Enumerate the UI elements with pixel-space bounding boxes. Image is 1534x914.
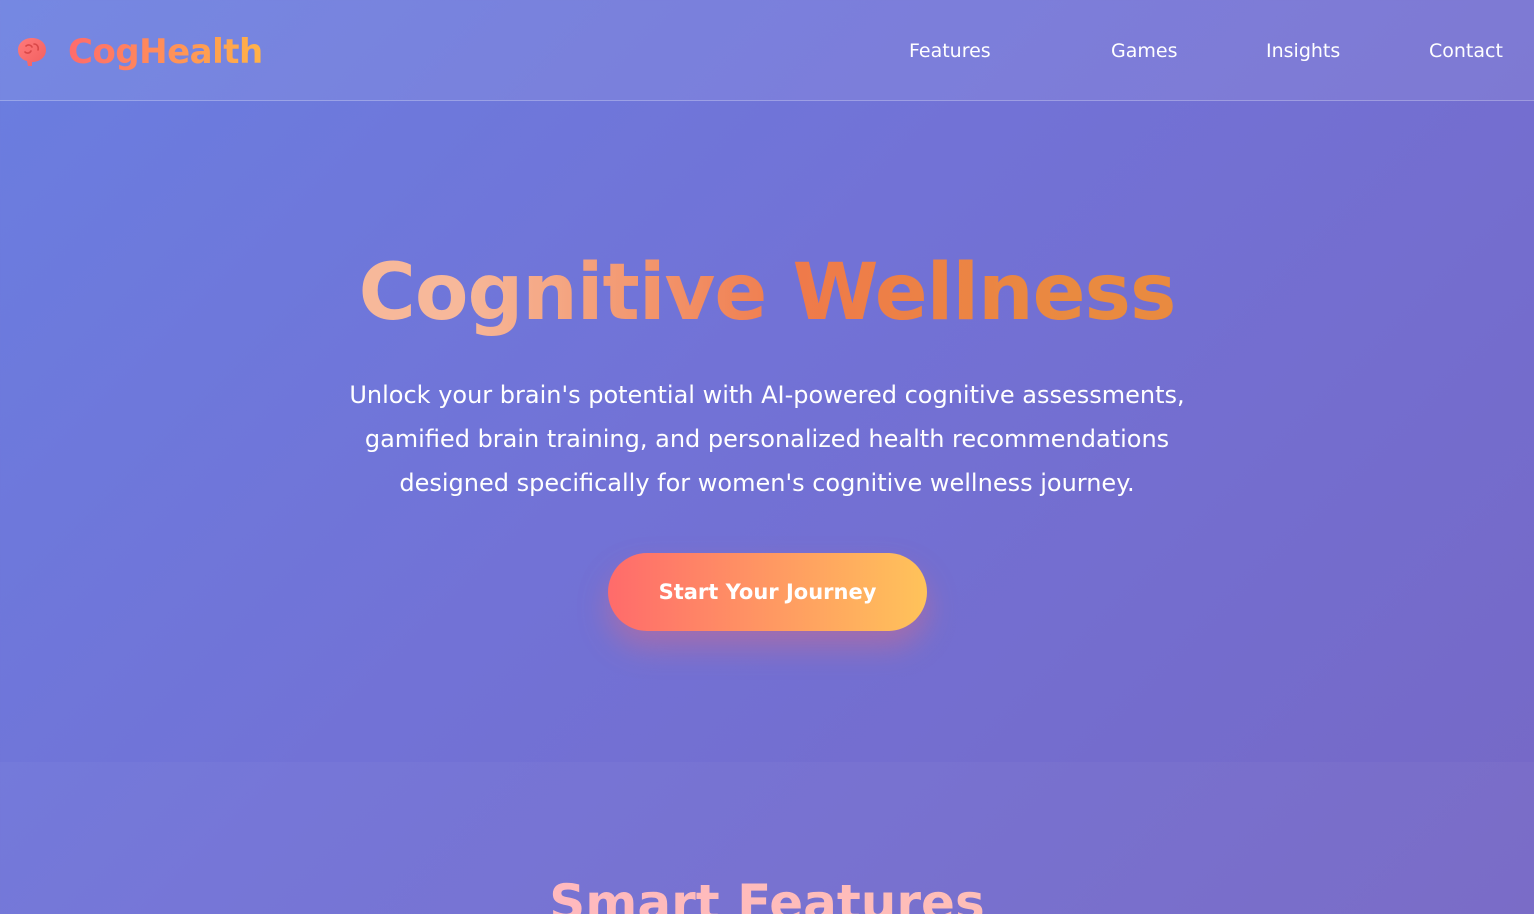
nav-features[interactable]: Features [909,40,991,62]
hero-section: Cognitive Wellness Unlock your brain's p… [0,101,1534,762]
hero-title: Cognitive Wellness [0,250,1534,337]
logo[interactable]: CogHealth [12,30,263,74]
nav-contact[interactable]: Contact [1429,40,1503,62]
features-title: Smart Features [0,878,1534,914]
site-header: CogHealth Features Games Insights Contac… [0,0,1534,101]
nav-insights[interactable]: Insights [1266,40,1340,62]
brand-name: CogHealth [68,32,263,72]
brain-icon [12,32,52,72]
features-section: Smart Features [0,762,1534,914]
start-journey-button[interactable]: Start Your Journey [608,553,927,631]
nav-games[interactable]: Games [1111,40,1177,62]
hero-subtitle: Unlock your brain's potential with AI-po… [349,381,1185,497]
